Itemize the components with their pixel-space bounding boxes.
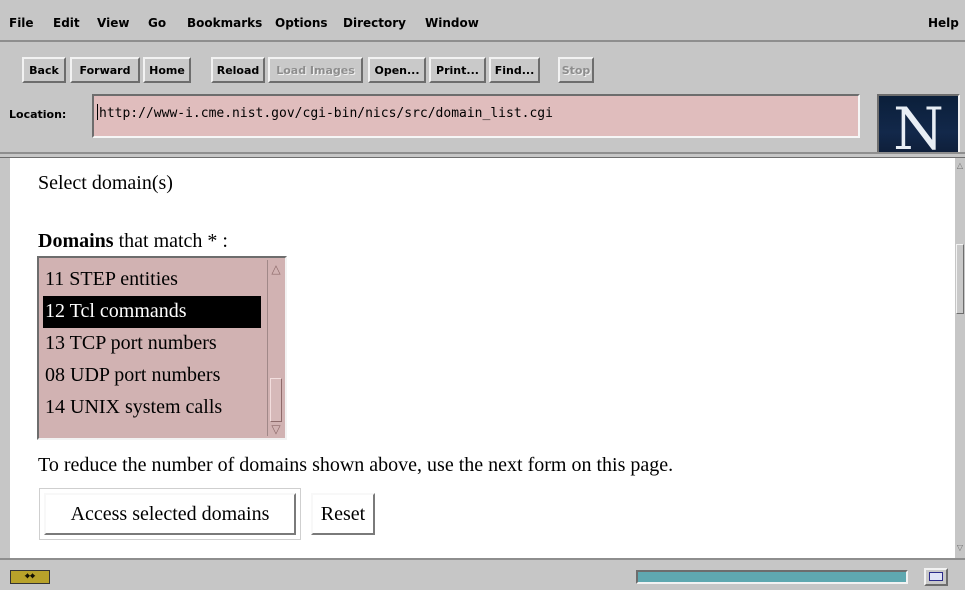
find-button[interactable]: Find... [489, 57, 540, 83]
domains-match-label: Domains that match * : [38, 230, 228, 253]
domain-option[interactable]: 12 Tcl commands [43, 296, 261, 328]
location-url: http://www-i.cme.nist.gov/cgi-bin/nics/s… [99, 106, 553, 121]
text-caret [97, 104, 98, 120]
page-heading: Select domain(s) [38, 172, 173, 194]
print-button[interactable]: Print... [429, 57, 486, 83]
page-content: Select domain(s) Domains that match * : … [10, 158, 955, 558]
domain-option[interactable]: 11 STEP entities [43, 264, 261, 296]
envelope-icon [929, 572, 943, 581]
logo-letter: N [893, 95, 944, 163]
hint-text: To reduce the number of domains shown ab… [38, 454, 674, 476]
menu-help[interactable]: Help [928, 16, 959, 30]
domain-option[interactable]: 13 TCP port numbers [43, 328, 261, 360]
toolbar: Back Forward Home Reload Load Images Ope… [0, 42, 965, 179]
back-button[interactable]: Back [22, 57, 66, 83]
menu-window[interactable]: Window [425, 16, 479, 30]
domain-option[interactable]: 14 UNIX system calls [43, 392, 261, 424]
reload-button[interactable]: Reload [211, 57, 265, 83]
domain-listbox[interactable]: 11 STEP entities 12 Tcl commands 13 TCP po… [37, 256, 287, 440]
page-scroll-up-icon[interactable]: △ [956, 160, 964, 172]
menu-options[interactable]: Options [275, 16, 328, 30]
menu-file[interactable]: File [9, 16, 34, 30]
menu-edit[interactable]: Edit [53, 16, 80, 30]
home-button[interactable]: Home [143, 57, 191, 83]
location-label: Location: [9, 108, 67, 121]
listbox-scrollbar[interactable]: △ ▽ [267, 260, 284, 436]
menu-bar: File Edit View Go Bookmarks Options Dire… [0, 0, 965, 42]
domain-list: 11 STEP entities 12 Tcl commands 13 TCP po… [43, 264, 261, 424]
load-images-button[interactable]: Load Images [268, 57, 363, 83]
progress-bar [636, 570, 908, 584]
reset-button[interactable]: Reset [311, 493, 375, 535]
access-selected-domains-button[interactable]: Access selected domains [44, 493, 296, 535]
page-scroll-thumb[interactable] [956, 244, 964, 314]
menu-bookmarks[interactable]: Bookmarks [187, 16, 262, 30]
page-scroll-down-icon[interactable]: ▽ [956, 542, 964, 554]
menu-go[interactable]: Go [148, 16, 166, 30]
domains-label-bold: Domains [38, 230, 114, 252]
stop-button[interactable]: Stop [558, 57, 594, 83]
mail-icon[interactable] [924, 568, 948, 586]
domain-option[interactable]: 08 UDP port numbers [43, 360, 261, 392]
menu-directory[interactable]: Directory [343, 16, 406, 30]
listbox-scroll-thumb[interactable] [270, 378, 282, 422]
menu-view[interactable]: View [97, 16, 129, 30]
scroll-up-arrow-icon[interactable]: △ [270, 262, 282, 276]
location-field[interactable]: http://www-i.cme.nist.gov/cgi-bin/nics/s… [92, 94, 860, 138]
status-bar: ⌖⌖ [0, 558, 965, 590]
forward-button[interactable]: Forward [70, 57, 140, 83]
security-key-icon[interactable]: ⌖⌖ [10, 570, 50, 584]
page-scrollbar[interactable]: △ ▽ [955, 158, 965, 558]
scroll-down-arrow-icon[interactable]: ▽ [270, 422, 282, 436]
content-left-margin [0, 158, 10, 558]
open-button[interactable]: Open... [368, 57, 426, 83]
domains-label-rest: that match * : [113, 230, 228, 252]
